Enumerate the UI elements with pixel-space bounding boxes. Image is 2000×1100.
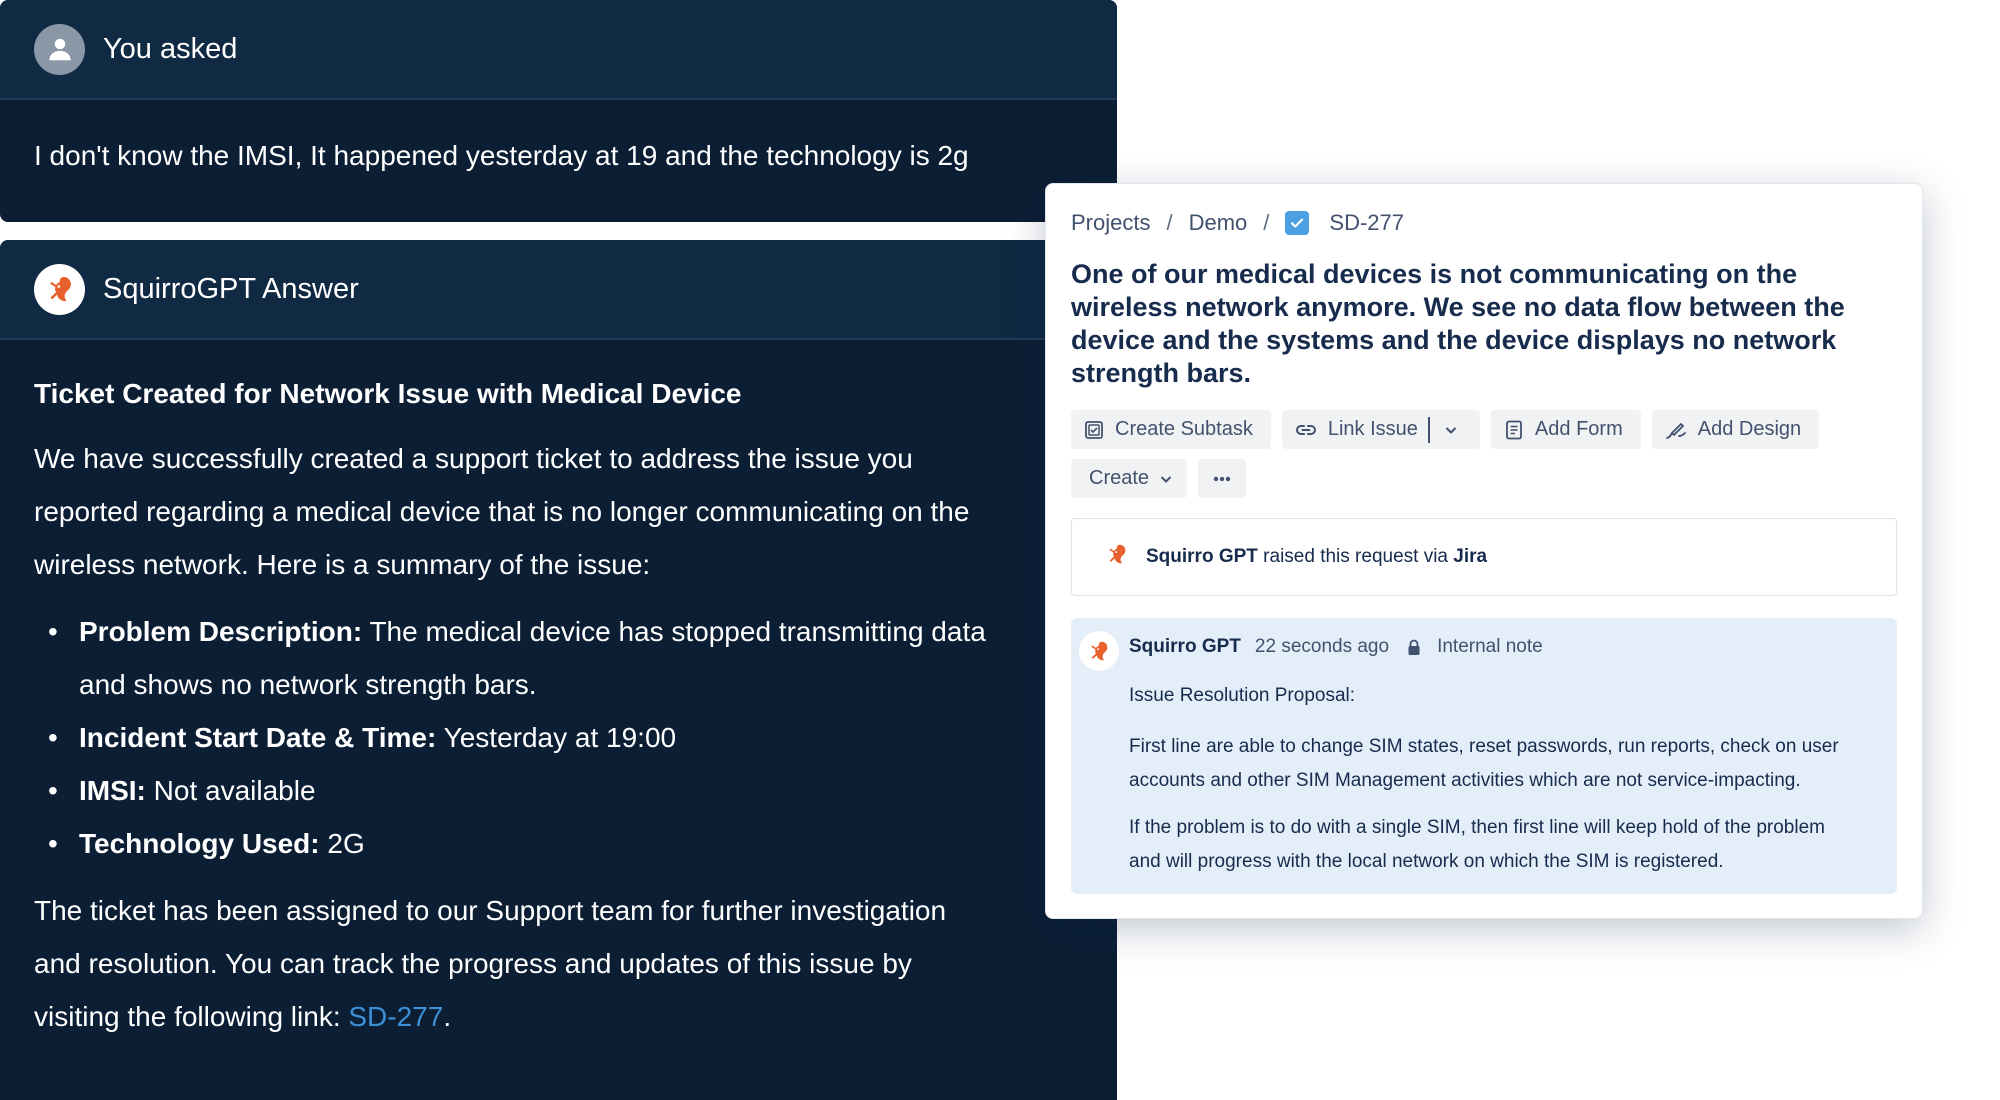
summary-value: The medical device has stopped transmitt… (369, 616, 986, 647)
note-heading: Issue Resolution Proposal: (1129, 685, 1356, 706)
create-subtask-label: Create Subtask (1115, 418, 1253, 440)
link-icon (1295, 424, 1316, 435)
summary-label: Incident Start Date & Time: (79, 722, 437, 753)
create-button[interactable]: Create (1071, 459, 1188, 498)
summary-value: and shows no network strength bars. (79, 669, 537, 700)
request-text: raised this request via (1257, 546, 1454, 567)
design-icon (1665, 422, 1686, 439)
breadcrumb-demo[interactable]: Demo (1189, 210, 1248, 236)
issue-toolbar: Create Subtask Link Issue Add Form Add D… (1071, 410, 1897, 498)
subtask-icon (1085, 420, 1103, 439)
create-label: Create (1089, 467, 1150, 489)
breadcrumb-separator: / (1166, 210, 1173, 235)
checkbox-icon (1285, 211, 1310, 235)
add-design-button[interactable]: Add Design (1651, 410, 1820, 449)
question-header: You asked (0, 0, 1117, 100)
add-form-label: Add Form (1534, 418, 1623, 440)
summary-value: 2G (327, 828, 365, 859)
add-form-button[interactable]: Add Form (1490, 410, 1641, 449)
squirrel-logo-icon (1079, 631, 1119, 671)
note-line: First line are able to change SIM states… (1129, 736, 1839, 757)
split-divider (1427, 416, 1430, 443)
squirrel-logo-icon (34, 263, 85, 315)
request-author[interactable]: Squirro GPT (1146, 546, 1258, 568)
create-subtask-button[interactable]: Create Subtask (1071, 410, 1271, 449)
person-icon (34, 23, 85, 75)
summary-value: Not available (153, 775, 316, 806)
link-issue-label: Link Issue (1327, 418, 1418, 440)
add-design-label: Add Design (1697, 418, 1802, 440)
breadcrumb-separator: / (1263, 210, 1270, 235)
request-origin: Squirro GPT raised this request via Jira (1071, 518, 1897, 596)
question-text: I don't know the IMSI, It happened yeste… (34, 140, 969, 171)
note-line: accounts and other SIM Management activi… (1129, 770, 1801, 791)
question-header-title: You asked (103, 32, 238, 65)
jira-issue-card: Projects / Demo / SD-277 One of our medi… (1045, 183, 1923, 919)
summary-value: Yesterday at 19:00 (443, 722, 677, 753)
more-dots-icon (1213, 476, 1231, 481)
issue-title[interactable]: One of our medical devices is not commun… (1071, 258, 1897, 390)
summary-label: Technology Used: (79, 828, 320, 859)
answer-closing-prefix: visiting the following link: (34, 1001, 349, 1032)
request-channel: Jira (1453, 546, 1488, 567)
chevron-down-icon (1160, 475, 1172, 483)
summary-label: IMSI: (79, 775, 146, 806)
summary-list: • Problem Description: The medical devic… (34, 605, 1083, 870)
answer-intro-line: We have successfully created a support t… (34, 443, 913, 474)
note-paragraph: If the problem is to do with a single SI… (1129, 811, 1883, 879)
summary-item-imsi: • IMSI: Not available (48, 775, 316, 806)
internal-note: Squirro GPT 22 seconds ago Internal note… (1071, 618, 1897, 894)
question-panel: You asked I don't know the IMSI, It happ… (0, 0, 1117, 222)
note-author[interactable]: Squirro GPT (1129, 636, 1241, 658)
answer-body: Ticket Created for Network Issue with Me… (0, 340, 1117, 1043)
note-line: If the problem is to do with a single SI… (1129, 817, 1825, 838)
ticket-link[interactable]: SD-277 (348, 1001, 443, 1032)
answer-intro: We have successfully created a support t… (34, 432, 1083, 591)
answer-intro-line: reported regarding a medical device that… (34, 496, 970, 527)
link-issue-button[interactable]: Link Issue (1281, 410, 1480, 449)
answer-intro-line: wireless network. Here is a summary of t… (34, 549, 651, 580)
squirrel-logo-icon (1104, 541, 1130, 573)
note-paragraph: First line are able to change SIM states… (1129, 730, 1883, 798)
note-line: and will progress with the local network… (1129, 851, 1724, 872)
answer-header: SquirroGPT Answer (0, 240, 1117, 340)
summary-item-problem-description: • Problem Description: The medical devic… (48, 616, 986, 700)
answer-heading: Ticket Created for Network Issue with Me… (34, 378, 742, 409)
summary-item-technology: • Technology Used: 2G (48, 828, 365, 859)
chevron-down-icon[interactable] (1438, 423, 1480, 437)
breadcrumb-issue-key[interactable]: SD-277 (1329, 210, 1404, 236)
lock-icon (1407, 639, 1421, 656)
form-icon (1506, 420, 1522, 439)
summary-label: Problem Description: (79, 616, 363, 647)
answer-closing-line: The ticket has been assigned to our Supp… (34, 895, 947, 926)
answer-closing-line: and resolution. You can track the progre… (34, 948, 912, 979)
breadcrumb: Projects / Demo / SD-277 (1071, 206, 1897, 240)
note-content: Issue Resolution Proposal: First line ar… (1129, 684, 1883, 879)
answer-closing-suffix: . (443, 1001, 452, 1032)
answer-panel: SquirroGPT Answer Ticket Created for Net… (0, 240, 1117, 1100)
summary-item-incident-start: • Incident Start Date & Time: Yesterday … (48, 722, 677, 753)
more-actions-button[interactable] (1198, 459, 1247, 498)
note-timestamp: 22 seconds ago (1254, 636, 1390, 657)
note-header: Squirro GPT 22 seconds ago Internal note (1129, 632, 1883, 662)
breadcrumb-projects[interactable]: Projects (1071, 210, 1150, 236)
note-visibility: Internal note (1437, 636, 1543, 657)
answer-header-title: SquirroGPT Answer (103, 272, 359, 305)
answer-closing: The ticket has been assigned to our Supp… (34, 884, 1083, 1043)
